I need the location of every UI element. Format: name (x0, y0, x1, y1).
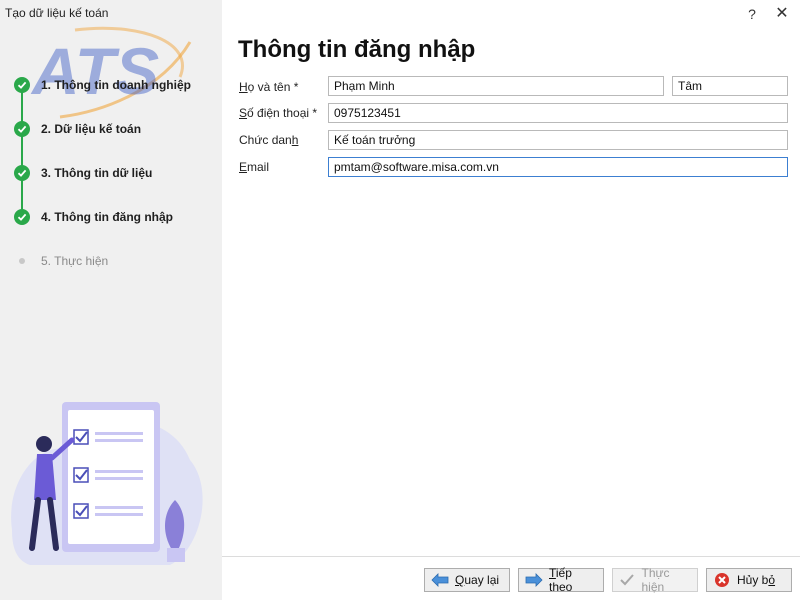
back-button[interactable]: Quay lại (424, 568, 510, 592)
phone-label: Số điện thoại * (239, 106, 318, 120)
wizard-sidebar: Tạo dữ liệu kế toán ATS 1. Thông tin doa… (0, 0, 222, 600)
logo-text: ATS (30, 34, 159, 108)
next-label: Tiếp theo (549, 566, 573, 594)
next-button[interactable]: Tiếp theo (518, 566, 604, 594)
arrow-right-icon (525, 573, 543, 587)
main-panel: ? ✕ Thông tin đăng nhập Họ và tên * Số đ… (222, 0, 800, 600)
cancel-label: Hủy bỏ (737, 573, 776, 587)
cancel-button[interactable]: Hủy bỏ (706, 568, 792, 592)
step-login-info[interactable]: 4. Thông tin đăng nhập (14, 206, 173, 228)
first-name-field[interactable] (672, 76, 788, 96)
step-label: 4. Thông tin đăng nhập (41, 210, 173, 224)
step-label: 2. Dữ liệu kế toán (41, 122, 142, 136)
progress-line (21, 86, 23, 216)
window-title: Tạo dữ liệu kế toán (5, 6, 109, 20)
close-button[interactable]: ✕ (772, 4, 792, 24)
position-field[interactable] (328, 130, 788, 150)
help-button[interactable]: ? (742, 4, 762, 24)
check-icon (14, 77, 30, 93)
phone-field[interactable] (328, 103, 788, 123)
checklist-illustration (11, 402, 203, 565)
footer-bar: Quay lại Tiếp theo Thực hiện Hủy bỏ (222, 556, 800, 600)
step-label: 3. Thông tin dữ liệu (41, 166, 153, 180)
step-accounting-data[interactable]: 2. Dữ liệu kế toán (14, 118, 141, 140)
check-icon (14, 121, 30, 137)
check-icon (14, 209, 30, 225)
email-field[interactable] (328, 157, 788, 177)
cancel-icon (713, 573, 731, 587)
step-company-info[interactable]: 1. Thông tin doanh nghiệp (14, 74, 191, 96)
position-label: Chức danh (239, 133, 299, 147)
ats-logo: ATS (30, 26, 192, 119)
step-data-info[interactable]: 3. Thông tin dữ liệu (14, 162, 152, 184)
execute-label: Thực hiện (641, 566, 670, 594)
last-name-field[interactable] (328, 76, 664, 96)
email-label: Email (239, 160, 270, 174)
step-execute[interactable]: 5. Thực hiện (14, 250, 108, 272)
pending-dot-icon (19, 258, 25, 264)
page-title: Thông tin đăng nhập (238, 36, 476, 63)
fullname-label: Họ và tên * (239, 80, 299, 94)
checkmark-icon (619, 573, 635, 587)
back-label: Quay lại (455, 573, 500, 587)
step-label: 5. Thực hiện (41, 254, 109, 268)
check-icon (14, 165, 30, 181)
dialog-window: Tạo dữ liệu kế toán ATS 1. Thông tin doa… (0, 0, 800, 600)
arrow-left-icon (431, 573, 449, 587)
execute-button[interactable]: Thực hiện (612, 566, 698, 594)
step-label: 1. Thông tin doanh nghiệp (41, 78, 191, 92)
